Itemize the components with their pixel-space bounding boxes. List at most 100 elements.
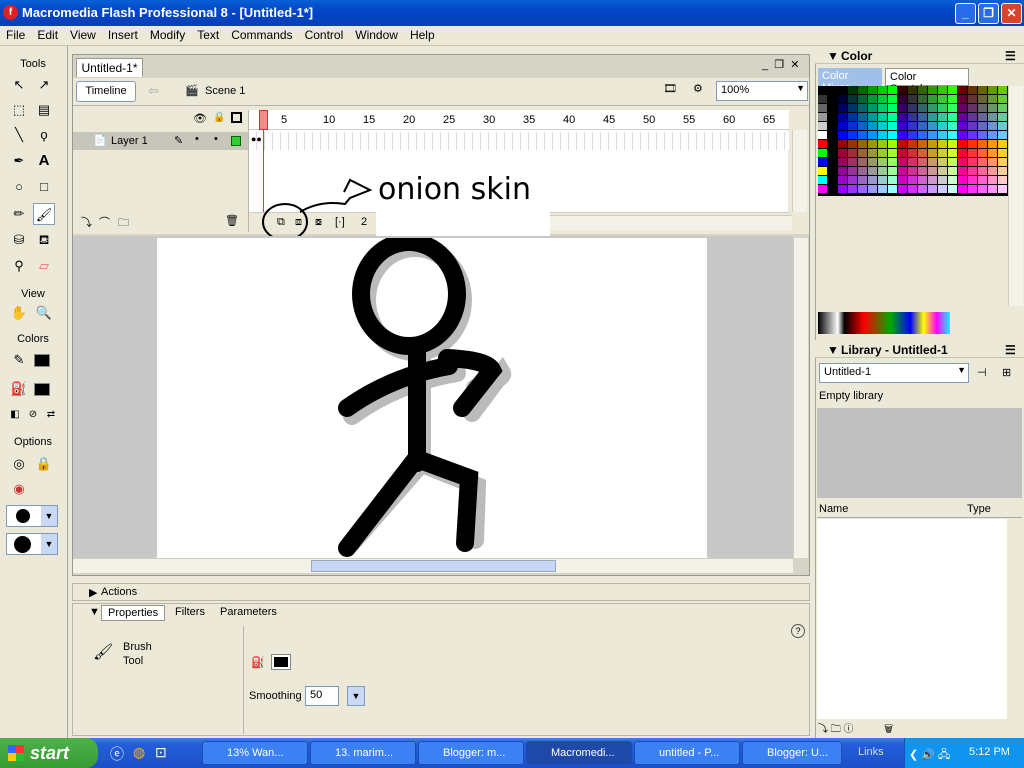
color-swatch[interactable]	[918, 113, 927, 121]
color-swatch[interactable]	[968, 140, 977, 148]
color-swatch[interactable]	[998, 113, 1007, 121]
color-swatch[interactable]	[868, 149, 877, 157]
color-swatch[interactable]	[988, 104, 997, 112]
task-paint[interactable]: untitled - P...	[634, 741, 740, 765]
color-swatch[interactable]	[938, 158, 947, 166]
menu-window[interactable]: Window	[349, 26, 404, 42]
tray-icons[interactable]: ❮ 🔊 🖧	[909, 746, 950, 765]
col-type[interactable]: Type	[967, 503, 991, 515]
color-swatch[interactable]	[988, 140, 997, 148]
color-swatch[interactable]	[948, 122, 957, 130]
color-swatch[interactable]	[898, 158, 907, 166]
color-swatch[interactable]	[908, 176, 917, 184]
color-swatch[interactable]	[838, 185, 847, 193]
subselect-tool-icon[interactable]: ↗	[33, 74, 55, 96]
color-swatch[interactable]	[878, 95, 887, 103]
color-swatch[interactable]	[898, 140, 907, 148]
color-swatch[interactable]	[908, 86, 917, 94]
color-swatch[interactable]	[878, 185, 887, 193]
text-tool-icon[interactable]: A	[33, 150, 55, 172]
color-swatch[interactable]	[838, 158, 847, 166]
color-swatch[interactable]	[958, 131, 967, 139]
color-swatch[interactable]	[978, 95, 987, 103]
lock-fill-icon[interactable]: 🔒	[33, 453, 55, 475]
tab-color-swatches[interactable]: Color Swatches	[885, 68, 969, 95]
actions-panel[interactable]: ▶ Actions	[72, 583, 810, 601]
edit-scene-icon[interactable]: 🎞	[663, 82, 677, 95]
color-swatch[interactable]	[938, 104, 947, 112]
color-swatch[interactable]	[858, 122, 867, 130]
color-swatch[interactable]	[978, 158, 987, 166]
color-swatch[interactable]	[948, 176, 957, 184]
color-swatch[interactable]	[978, 122, 987, 130]
pen-tool-icon[interactable]: ✒	[8, 150, 30, 172]
color-swatch[interactable]	[828, 158, 837, 166]
color-swatch[interactable]	[998, 86, 1007, 94]
color-swatch[interactable]	[958, 104, 967, 112]
color-swatch[interactable]	[968, 95, 977, 103]
color-swatch[interactable]	[818, 95, 827, 103]
color-swatch[interactable]	[898, 131, 907, 139]
color-swatch[interactable]	[838, 140, 847, 148]
color-swatch[interactable]	[848, 122, 857, 130]
color-swatch[interactable]	[818, 140, 827, 148]
color-swatch[interactable]	[818, 167, 827, 175]
color-swatch[interactable]	[958, 176, 967, 184]
color-swatch[interactable]	[878, 176, 887, 184]
color-swatch[interactable]	[998, 104, 1007, 112]
color-swatch[interactable]	[998, 185, 1007, 193]
color-swatch[interactable]	[858, 158, 867, 166]
menu-edit[interactable]: Edit	[31, 26, 64, 42]
task-blogger-2[interactable]: Blogger: U...	[742, 741, 842, 765]
color-swatch[interactable]	[818, 176, 827, 184]
color-swatch[interactable]	[968, 185, 977, 193]
color-swatch[interactable]	[898, 113, 907, 121]
color-swatch[interactable]	[898, 104, 907, 112]
color-swatch[interactable]	[988, 149, 997, 157]
links-toolbar[interactable]: Links	[858, 746, 884, 758]
color-swatch[interactable]	[948, 167, 957, 175]
color-swatch[interactable]	[938, 131, 947, 139]
color-swatch[interactable]	[908, 167, 917, 175]
color-swatch[interactable]	[878, 131, 887, 139]
color-swatch[interactable]	[868, 95, 877, 103]
color-swatch[interactable]	[858, 131, 867, 139]
menu-modify[interactable]: Modify	[144, 26, 191, 42]
color-swatch[interactable]	[938, 176, 947, 184]
ink-bottle-icon[interactable]: ⛁	[8, 229, 30, 251]
eraser-icon[interactable]: ▱	[33, 255, 55, 277]
color-swatch[interactable]	[988, 86, 997, 94]
color-swatch[interactable]	[968, 131, 977, 139]
color-swatch[interactable]	[878, 104, 887, 112]
color-swatch[interactable]	[908, 185, 917, 193]
color-swatch[interactable]	[898, 86, 907, 94]
minimize-button[interactable]: _	[955, 3, 976, 24]
color-swatch[interactable]	[988, 185, 997, 193]
stroke-color-swatch[interactable]	[34, 354, 50, 367]
color-swatch[interactable]	[948, 140, 957, 148]
color-swatch[interactable]	[978, 185, 987, 193]
color-panel-header[interactable]: ▼ Color ☰	[815, 46, 1024, 64]
zoom-select[interactable]: 100% ▼	[716, 81, 808, 101]
color-swatch[interactable]	[908, 95, 917, 103]
color-swatch[interactable]	[878, 149, 887, 157]
ie-icon[interactable]: ⓔ	[110, 744, 124, 764]
color-swatch[interactable]	[858, 104, 867, 112]
color-swatch[interactable]	[928, 86, 937, 94]
timeline-button[interactable]: Timeline	[76, 81, 136, 102]
color-swatch[interactable]	[898, 176, 907, 184]
color-swatch[interactable]	[948, 95, 957, 103]
color-swatch[interactable]	[938, 167, 947, 175]
brush-mode-icon[interactable]: ◉	[8, 478, 30, 500]
show-hide-icon[interactable]: 👁	[193, 112, 207, 125]
color-swatch[interactable]	[968, 149, 977, 157]
color-swatch[interactable]	[858, 113, 867, 121]
color-swatch[interactable]	[848, 113, 857, 121]
color-swatch[interactable]	[958, 140, 967, 148]
new-library-icon[interactable]: ⊞	[1002, 366, 1011, 379]
color-swatch[interactable]	[828, 86, 837, 94]
color-swatch[interactable]	[978, 140, 987, 148]
color-swatch[interactable]	[848, 131, 857, 139]
color-swatch[interactable]	[928, 167, 937, 175]
color-swatch[interactable]	[848, 95, 857, 103]
